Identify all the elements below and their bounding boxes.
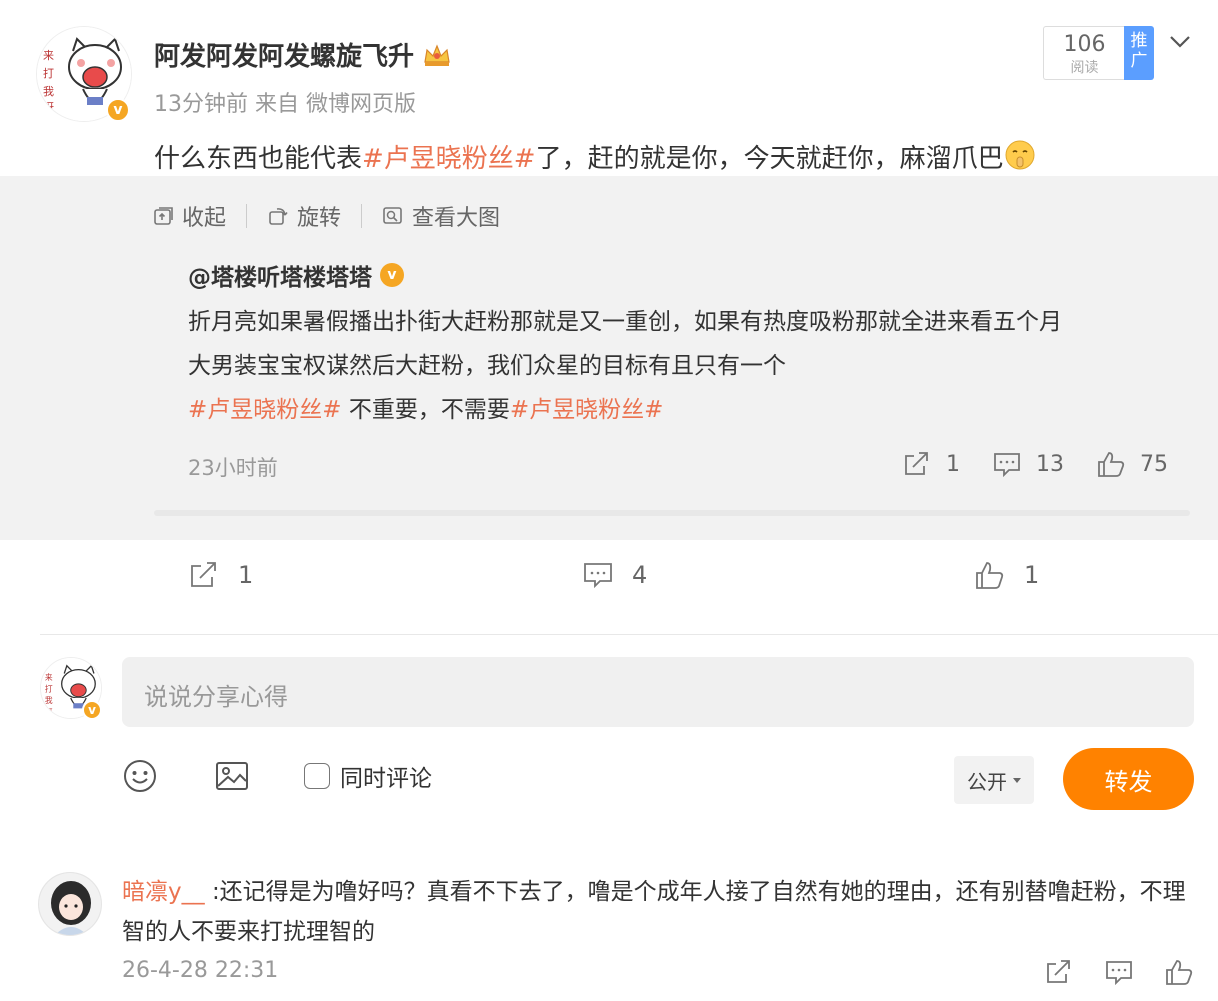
checkbox-box[interactable] [304,763,330,789]
shush-emoji-icon [1005,140,1035,170]
original-hashtag-link[interactable]: #卢昱晓粉丝# [188,397,342,423]
visibility-dropdown[interactable]: 公开 [954,756,1034,804]
verified-badge-icon: v [82,700,102,720]
original-text-line: 折月亮如果暑假播出扑街大赶粉那就是又一重创，如果有热度吸粉那就全进来看五个月 [188,309,1062,335]
svg-text:我: 我 [45,695,53,705]
view-large-button[interactable]: 查看大图 [382,200,500,232]
comment-count: 4 [632,561,648,589]
commenter-avatar[interactable] [38,872,102,936]
original-hashtag-link[interactable]: #卢昱晓粉丝# [510,397,664,423]
share-icon [905,452,928,475]
author-name-text[interactable]: 阿发阿发阿发螺旋飞升 [154,36,414,73]
svg-text:呀: 呀 [43,101,54,114]
svg-text:打: 打 [45,684,53,694]
emoji-picker-icon[interactable] [122,758,158,794]
collapse-label: 收起 [182,206,227,231]
comment-input[interactable]: 说说分享心得 [122,657,1194,727]
comment-timestamp: 26-4-28 22:31 [122,958,279,983]
thumbs-up-icon[interactable] [1164,958,1194,986]
author-name[interactable]: 阿发阿发阿发螺旋飞升 [154,36,452,73]
share-icon [191,562,216,587]
read-label: 阅读 [1070,60,1099,76]
collapse-button[interactable]: 收起 [152,200,226,232]
post-action-bar: 1 4 1 [0,560,1218,600]
read-count-box: 106 阅读 [1043,26,1125,80]
rotate-label: 旋转 [297,206,342,231]
forward-submit-button[interactable]: 转发 [1063,748,1194,810]
rotate-button[interactable]: 旋转 [267,200,341,232]
like-count: 1 [1024,561,1040,589]
read-count: 106 [1063,32,1106,57]
repost-count: 1 [238,561,254,589]
svg-text:打: 打 [43,66,54,80]
section-divider [40,634,1218,635]
original-like-button[interactable]: 75 [1096,450,1168,478]
post-text-start: 什么东西也能代表 [154,144,363,174]
original-comment-count: 13 [1036,451,1064,477]
original-text-fragment: 不重要，不需要 [341,397,510,423]
also-comment-checkbox[interactable]: 同时评论 [304,759,432,793]
toolbar-divider [246,204,248,228]
repost-button[interactable]: 1 [188,560,253,590]
chevron-down-icon[interactable] [1168,32,1192,52]
original-timestamp[interactable]: 23小时前 [188,452,278,482]
original-author[interactable]: @塔楼听塔楼塔塔 v [188,258,404,292]
commenter-name[interactable]: 暗凛y__ [122,879,205,905]
original-repost-count: 1 [946,451,960,477]
post-text: 什么东西也能代表#卢昱晓粉丝#了，赶的就是你，今天就赶你，麻溜爪巴 [154,138,1036,175]
original-text-line: #卢昱晓粉丝# 不重要，不需要#卢昱晓粉丝# [188,388,1178,432]
svg-text:我: 我 [43,85,54,98]
svg-text:来: 来 [43,49,54,62]
post-hashtag-link[interactable]: #卢昱晓粉丝# [362,144,536,174]
verified-badge-icon: v [380,263,404,287]
image-search-icon [383,207,402,224]
visibility-label: 公开 [967,769,1007,794]
thumbs-up-icon [976,562,1004,589]
original-stats: 1 13 75 [902,450,1168,478]
thumbs-up-icon [1098,452,1125,477]
comment-button[interactable]: 4 [582,560,647,590]
toolbar-divider [361,204,363,228]
original-comment-button[interactable]: 13 [992,450,1064,478]
image-upload-icon[interactable] [214,758,250,794]
svg-text:呀: 呀 [45,708,53,717]
post-meta: 13分钟前 来自 微博网页版 [154,92,416,117]
view-large-label: 查看大图 [412,206,501,231]
share-icon[interactable] [1044,958,1074,986]
promote-button[interactable]: 推广 [1124,26,1154,80]
post-text-end: 了，赶的就是你，今天就赶你，麻溜爪巴 [535,144,1004,174]
original-like-count: 75 [1140,451,1168,477]
comment-icon [584,563,612,589]
like-button[interactable]: 1 [974,560,1039,590]
comment-actions [1044,958,1194,986]
collapse-icon [154,207,173,225]
composer-toolbar: 同时评论 [122,758,432,794]
also-comment-label: 同时评论 [340,766,432,792]
verified-badge-icon: v [106,98,130,122]
rotate-icon [269,208,288,225]
comment-body: 暗凛y__ :还记得是为噜好吗？真看不下去了，噜是个成年人接了自然有她的理由，还… [122,872,1192,952]
original-author-name[interactable]: @塔楼听塔楼塔塔 [188,258,372,292]
repost-bottom-divider [154,510,1190,516]
girl-avatar-icon [39,873,101,935]
original-text: 折月亮如果暑假播出扑街大赶粉那就是又一重创，如果有热度吸粉那就全进来看五个月 大… [188,300,1178,432]
original-repost-button[interactable]: 1 [902,450,960,478]
image-toolbar: 收起 旋转 查看大图 [152,200,500,232]
comment-icon[interactable] [1104,958,1134,986]
crown-icon [424,43,450,66]
comment-text: :还记得是为噜好吗？真看不下去了，噜是个成年人接了自然有她的理由，还有别替噜赶粉… [122,879,1186,945]
original-text-line: 大男装宝宝权谋然后大赶粉，我们众星的目标有且只有一个 [188,353,786,379]
caret-down-icon [1013,777,1021,783]
svg-text:来: 来 [45,673,53,682]
comment-icon [994,453,1020,478]
